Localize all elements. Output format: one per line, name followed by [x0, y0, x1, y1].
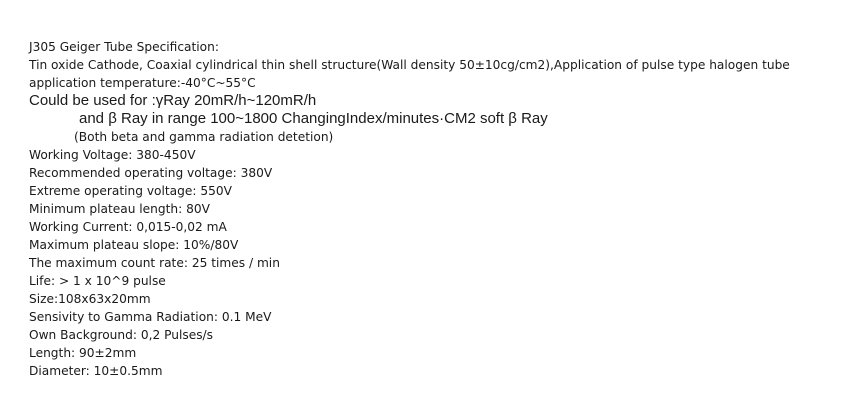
spec-plateau-length: Minimum plateau length: 80V [29, 202, 210, 216]
spec-size: Size:108x63x20mm [29, 292, 151, 306]
usage-beta-line: and β Ray in range 100~1800 ChangingInde… [79, 110, 548, 127]
spec-document: J305 Geiger Tube Specification: Tin oxid… [29, 38, 849, 380]
spec-gamma-sensitivity: Sensivity to Gamma Radiation: 0.1 MeV [29, 310, 272, 324]
structure-description: Tin oxide Cathode, Coaxial cylindrical t… [29, 58, 790, 72]
temperature-range: application temperature:-40°C~55°C [29, 76, 256, 90]
spec-plateau-slope: Maximum plateau slope: 10%/80V [29, 238, 239, 252]
spec-working-current: Working Current: 0,015-0,02 mA [29, 220, 227, 234]
spec-life: Life: > 1 x 10^9 pulse [29, 274, 166, 288]
spec-recommended-voltage: Recommended operating voltage: 380V [29, 166, 273, 180]
spec-diameter: Diameter: 10±0.5mm [29, 364, 163, 378]
spec-own-background: Own Background: 0,2 Pulses/s [29, 328, 214, 342]
usage-gamma-line: Could be used for :γRay 20mR/h~120mR/h [29, 92, 317, 109]
spec-working-voltage: Working Voltage: 380-450V [29, 148, 196, 162]
usage-note: (Both beta and gamma radiation detetion) [74, 130, 334, 144]
spec-length: Length: 90±2mm [29, 346, 137, 360]
spec-max-count-rate: The maximum count rate: 25 times / min [29, 256, 280, 270]
document-title: J305 Geiger Tube Specification: [29, 40, 219, 54]
spec-extreme-voltage: Extreme operating voltage: 550V [29, 184, 232, 198]
